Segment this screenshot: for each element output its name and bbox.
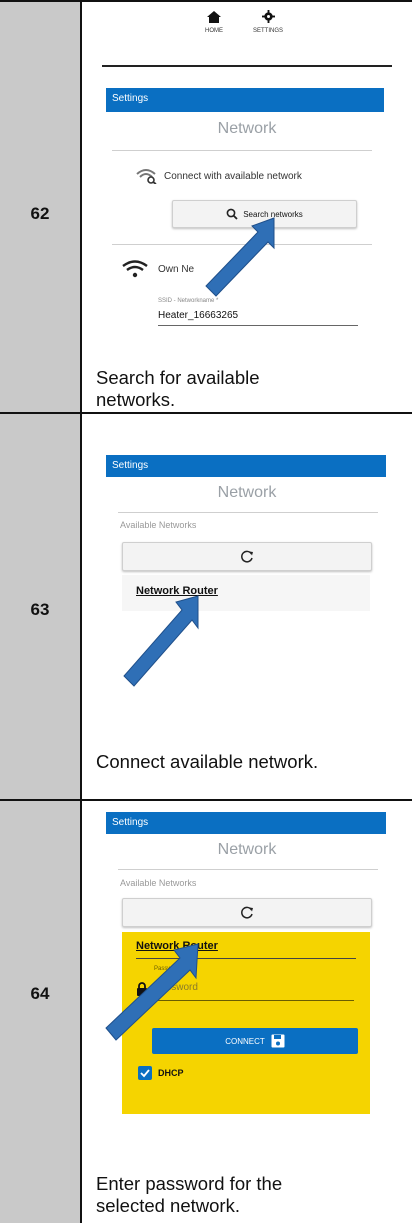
network-title: Network [217,120,277,137]
nav-home[interactable]: HOME [194,10,234,34]
checkbox-checked-icon[interactable] [138,1066,152,1080]
settings-header-bar: Settings [106,455,386,477]
home-icon [207,11,221,23]
pointer-arrow [105,943,199,1041]
nav-settings[interactable]: SETTINGS [248,10,288,34]
screenshot-step-62: HOME SETTINGS Settings Network Connect w… [102,2,392,332]
ssid-underline [158,325,358,326]
separator [118,512,378,513]
own-network-row: Own Ne [122,260,194,278]
wifi-icon [122,260,148,278]
step-number-64: 64 [30,984,50,1003]
refresh-icon [241,906,253,919]
nav-home-label: HOME [205,28,223,34]
available-networks-label: Available Networks [120,878,197,888]
caption-64-line2: selected network. [96,1195,240,1216]
available-networks-label: Available Networks [120,520,197,530]
pointer-arrow [205,217,275,297]
connect-available-row[interactable]: Connect with available network [136,168,302,184]
screenshot-step-64: Settings Network Available Networks Netw… [102,812,392,1137]
row-divider-2 [0,799,412,801]
settings-header-bar: Settings [106,88,384,112]
network-title: Network [217,841,277,858]
caption-64-line1: Enter password for the [96,1173,283,1194]
ssid-input[interactable]: Heater_16663265 [158,310,238,321]
refresh-icon [241,550,253,563]
refresh-button[interactable] [122,898,372,927]
instruction-table: 62 HOME SETTINGS Settings Network Connec… [0,0,412,1223]
separator [118,869,378,870]
connect-button-label: CONNECT [225,1036,265,1046]
screenshot-step-63: Settings Network Available Networks Netw… [102,430,392,695]
save-icon [271,1034,285,1048]
dhcp-label: DHCP [158,1068,184,1078]
dhcp-checkbox-row[interactable]: DHCP [138,1066,184,1080]
caption-62-line2: networks. [96,389,176,410]
gear-icon [261,10,275,23]
caption-63: Connect available network. [96,751,319,772]
caption-62: Search for available networks. [96,367,396,411]
caption-62-line1: Search for available [96,367,260,388]
step-number-62: 62 [30,204,50,223]
step-number-63: 63 [30,600,50,619]
settings-header-bar: Settings [106,812,386,834]
nav-settings-label: SETTINGS [252,28,283,34]
network-title: Network [217,484,277,501]
own-network-label: Own Ne [158,263,195,275]
wifi-search-icon [136,169,157,184]
row-divider-1 [0,412,412,414]
nav-underline [102,65,392,67]
refresh-button[interactable] [122,542,372,571]
caption-64: Enter password for the selected network. [96,1173,396,1217]
pointer-arrow [123,595,199,687]
connect-available-label: Connect with available network [164,170,302,182]
separator [112,150,372,151]
